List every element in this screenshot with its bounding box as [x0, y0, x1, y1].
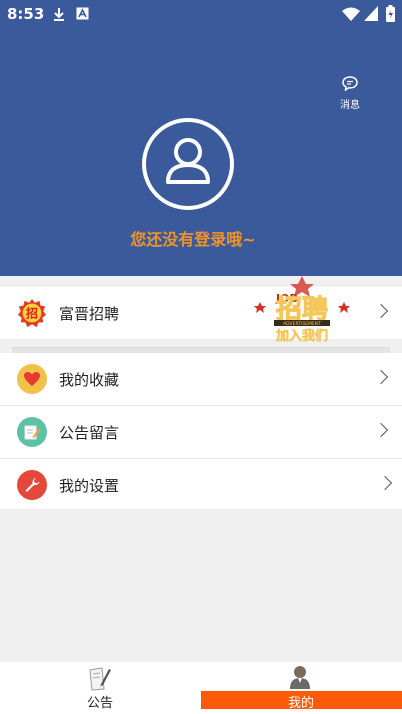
wifi-icon	[342, 7, 360, 21]
bottom-tab-bar: 公告 我的	[0, 662, 402, 714]
chevron-right-icon	[373, 369, 389, 385]
menu-item-label: 我的设置	[59, 476, 120, 495]
avatar[interactable]	[142, 118, 234, 210]
download-icon	[54, 8, 64, 21]
battery-icon	[386, 5, 395, 22]
notice-icon	[89, 667, 111, 691]
tab-label: 公告	[86, 696, 113, 711]
chevron-right-icon	[373, 303, 389, 319]
tab-label: 我的	[287, 696, 314, 711]
recruit-label: 富晋招聘	[59, 304, 120, 323]
tab-notices[interactable]: 公告	[0, 662, 200, 714]
job-banner-image: JOB 招聘 ADVERTISEMENT 加入我们	[254, 276, 350, 344]
signal-icon	[364, 6, 378, 21]
messages-label: 消息	[340, 100, 360, 111]
recruit-badge-icon: 招	[17, 298, 47, 328]
recruit-badge-text: 招	[26, 306, 38, 321]
profile-header: 8:53 消息 您还没有登录哦~	[0, 0, 402, 276]
a-box-icon	[76, 7, 89, 20]
status-bar: 8:53	[0, 0, 402, 28]
chevron-right-icon	[373, 422, 389, 438]
user-icon	[166, 138, 210, 184]
chat-bubble-icon	[342, 76, 358, 92]
messages-button[interactable]: 消息	[338, 76, 362, 111]
chevron-right-icon	[377, 475, 393, 491]
menu-item-label: 公告留言	[59, 423, 120, 442]
login-prompt[interactable]: 您还没有登录哦~	[0, 226, 386, 250]
menu-item-settings[interactable]: 我的设置	[0, 458, 402, 511]
menu-item-label: 我的收藏	[59, 370, 120, 389]
status-time: 8:53	[7, 5, 45, 23]
banner-join-text: 加入我们	[275, 328, 328, 344]
tab-mine[interactable]: 我的	[200, 662, 402, 714]
wrench-icon	[17, 470, 47, 500]
person-icon	[290, 666, 310, 689]
heart-icon	[17, 364, 47, 394]
note-edit-icon	[17, 417, 47, 447]
banner-caption: ADVERTISEMENT	[283, 321, 321, 327]
menu-item-favorites[interactable]: 我的收藏	[0, 353, 402, 405]
menu-item-notice-comments[interactable]: 公告留言	[0, 405, 402, 458]
menu-card: 我的收藏 公告留言 我的设置	[0, 353, 402, 509]
